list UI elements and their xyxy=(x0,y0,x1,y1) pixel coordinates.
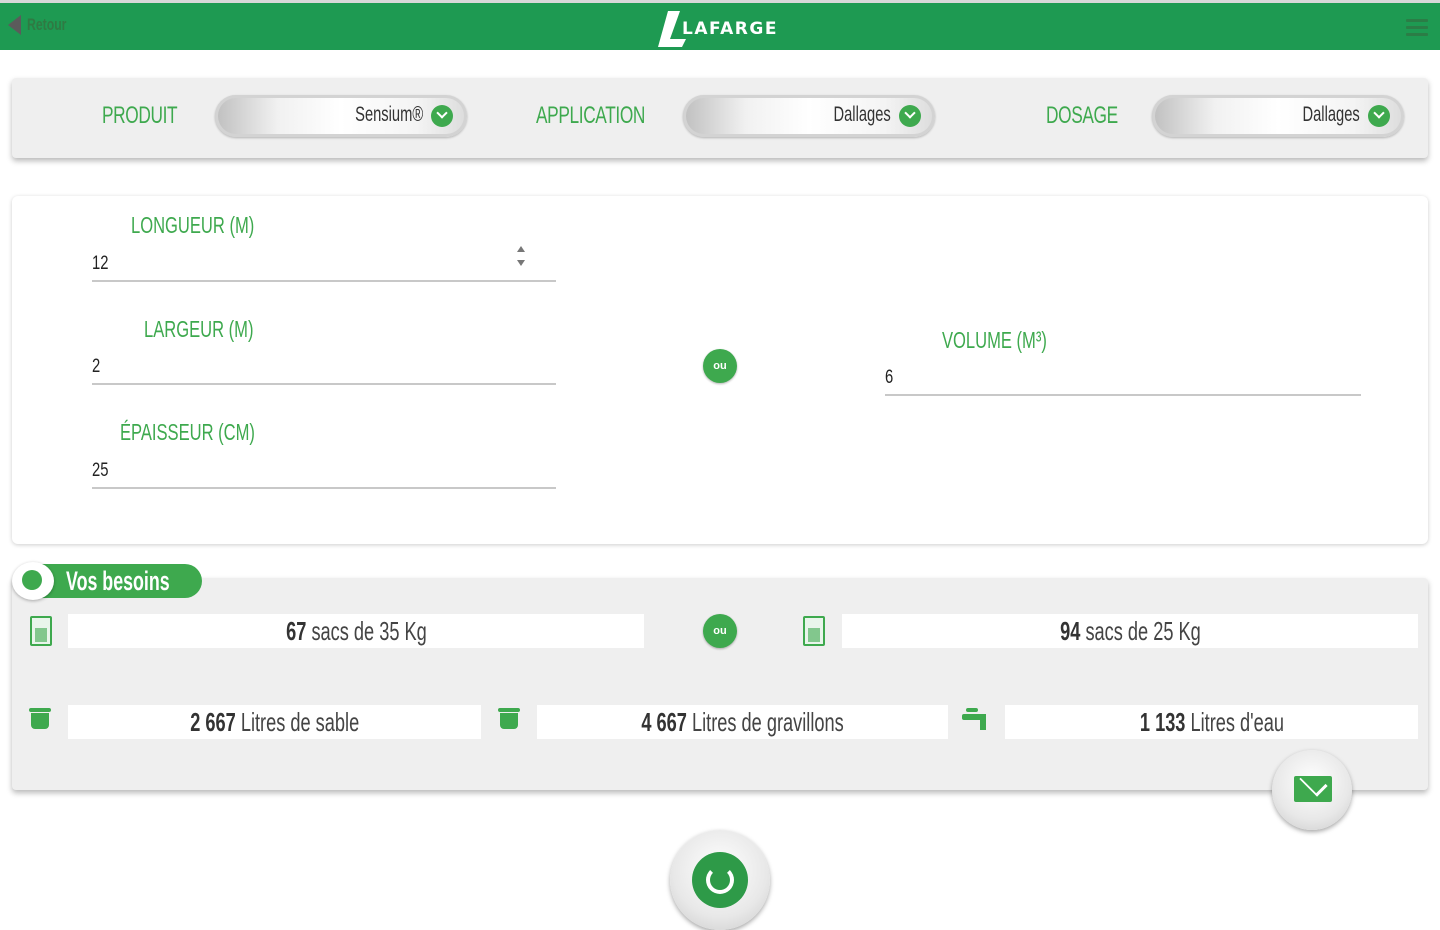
send-email-button[interactable] xyxy=(1272,750,1352,830)
mail-icon xyxy=(1294,776,1332,802)
bags-35-text: sacs de 35 Kg xyxy=(305,616,427,646)
chevron-down-icon xyxy=(1368,105,1390,127)
largeur-value: 2 xyxy=(92,356,101,377)
bucket-icon xyxy=(29,708,51,734)
water-tap-icon xyxy=(962,706,992,734)
volume-input[interactable]: 6 xyxy=(885,360,1361,396)
refresh-button[interactable] xyxy=(670,830,770,930)
back-arrow-icon xyxy=(8,15,21,35)
bags-25-number: 94 xyxy=(1059,616,1080,646)
back-label: Retour xyxy=(27,15,67,34)
application-label: APPLICATION xyxy=(536,102,646,129)
gravillons-text: Litres de gravillons xyxy=(686,707,844,737)
dosage-dropdown[interactable]: Dallages xyxy=(1152,95,1404,137)
volume-label: VOLUME (M³) xyxy=(942,327,1047,353)
bags-35-number: 67 xyxy=(285,616,306,646)
application-value: Dallages xyxy=(833,103,891,126)
logo-mark-icon xyxy=(658,11,686,47)
app-header: Retour LAFARGE xyxy=(0,0,1440,50)
eau-number: 1 133 xyxy=(1139,707,1185,737)
longueur-value: 12 xyxy=(92,253,109,274)
or-badge: ou xyxy=(703,614,737,648)
bags-35-result: 67 sacs de 35 Kg xyxy=(68,614,644,648)
largeur-label: LARGEUR (M) xyxy=(144,316,254,342)
produit-label: PRODUIT xyxy=(102,102,178,129)
longueur-label: LONGUEUR (M) xyxy=(131,212,255,238)
results-panel: 67 sacs de 35 Kg ou 94 sacs de 25 Kg 2 6… xyxy=(12,578,1428,790)
hamburger-menu-icon[interactable] xyxy=(1406,19,1428,37)
eau-text: Litres d'eau xyxy=(1184,707,1284,737)
dosage-label: DOSAGE xyxy=(1046,102,1118,129)
bags-25-text: sacs de 25 Kg xyxy=(1079,616,1201,646)
chevron-down-icon xyxy=(899,105,921,127)
selector-bar: PRODUIT Sensium® APPLICATION Dallages DO… xyxy=(12,78,1428,158)
gravillons-number: 4 667 xyxy=(641,707,687,737)
sable-result: 2 667 Litres de sable xyxy=(68,705,481,739)
largeur-input[interactable]: 2 xyxy=(92,349,556,385)
bucket-icon xyxy=(498,708,520,734)
sable-text: Litres de sable xyxy=(235,707,359,737)
chevron-down-icon xyxy=(431,105,453,127)
longueur-input[interactable]: 12 xyxy=(92,246,556,282)
epaisseur-label: ÉPAISSEUR (CM) xyxy=(120,419,255,445)
bag-icon xyxy=(803,616,825,646)
epaisseur-value: 25 xyxy=(92,460,109,481)
dimensions-card: LONGUEUR (M) 12 LARGEUR (M) 2 ÉPAISSEUR … xyxy=(12,196,1428,544)
produit-value: Sensium® xyxy=(354,103,423,126)
brand-name: LAFARGE xyxy=(682,19,778,39)
volume-value: 6 xyxy=(885,367,894,388)
or-badge: ou xyxy=(703,349,737,383)
back-button[interactable]: Retour xyxy=(8,15,82,35)
number-stepper[interactable] xyxy=(516,244,526,272)
dosage-value: Dallages xyxy=(1302,103,1360,126)
lafarge-logo: LAFARGE xyxy=(658,9,778,47)
search-icon xyxy=(12,562,54,600)
results-title: Vos besoins xyxy=(66,566,170,596)
gravillons-result: 4 667 Litres de gravillons xyxy=(537,705,948,739)
bag-icon xyxy=(30,616,52,646)
application-dropdown[interactable]: Dallages xyxy=(683,95,935,137)
bags-25-result: 94 sacs de 25 Kg xyxy=(842,614,1418,648)
produit-dropdown[interactable]: Sensium® xyxy=(215,95,467,137)
epaisseur-input[interactable]: 25 xyxy=(92,453,556,489)
sable-number: 2 667 xyxy=(190,707,236,737)
eau-result: 1 133 Litres d'eau xyxy=(1005,705,1418,739)
